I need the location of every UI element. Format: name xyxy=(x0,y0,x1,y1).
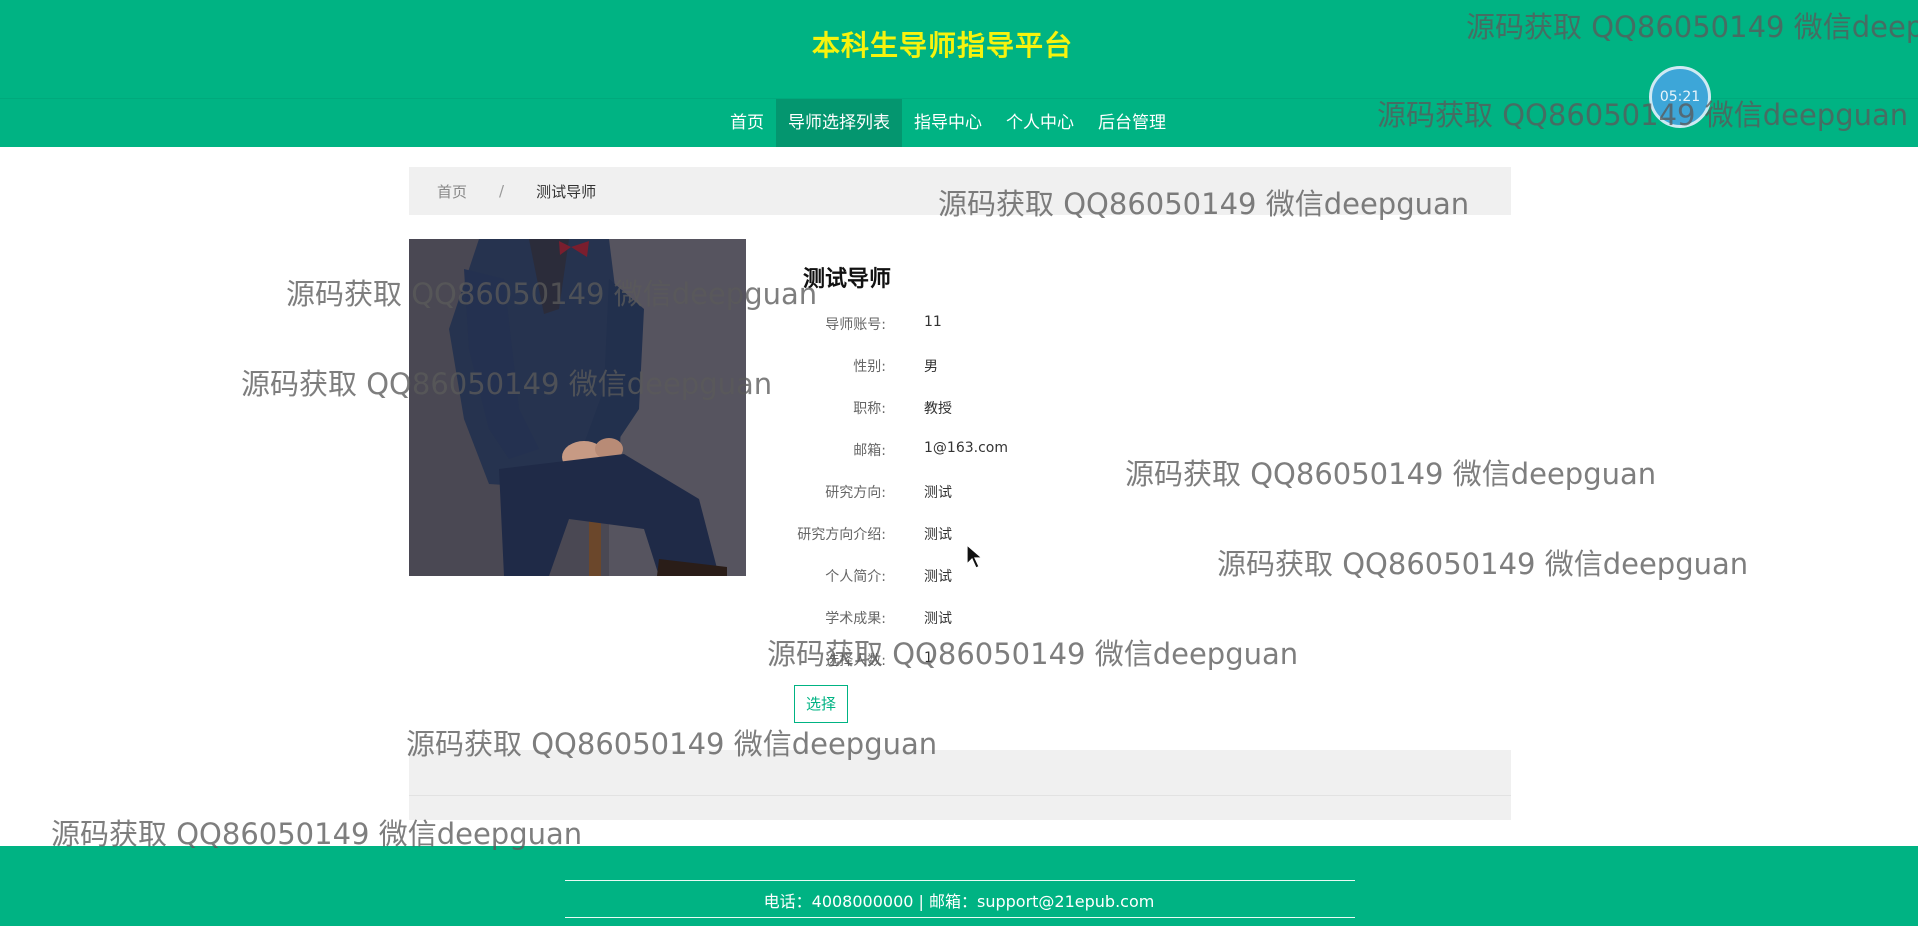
field-label: 个人简介: xyxy=(825,569,886,585)
nav-item-home[interactable]: 首页 xyxy=(718,99,776,147)
field-email: 邮箱: 1@163.com xyxy=(760,440,1360,464)
breadcrumb-separator: / xyxy=(499,182,505,200)
field-label: 职称: xyxy=(853,401,886,417)
field-label: 研究方向: xyxy=(825,485,886,501)
mouse-cursor-icon xyxy=(966,544,984,569)
field-value: 测试 xyxy=(924,611,952,627)
field-achievements: 学术成果: 测试 xyxy=(760,608,1360,632)
breadcrumb-current: 测试导师 xyxy=(536,182,597,201)
field-label: 学术成果: xyxy=(825,611,886,627)
footer-divider-bottom xyxy=(565,917,1355,918)
nav-item-advisor-list[interactable]: 导师选择列表 xyxy=(776,99,902,147)
select-button[interactable]: 选择 xyxy=(794,685,848,723)
field-label: 性别: xyxy=(853,359,886,375)
advisor-name-heading: 测试导师 xyxy=(803,267,892,292)
field-label: 邮箱: xyxy=(853,443,886,459)
field-label: 导师账号: xyxy=(825,317,886,333)
field-value: 1@163.com xyxy=(924,440,1008,456)
field-research-intro: 研究方向介绍: 测试 xyxy=(760,524,1360,548)
field-value: 测试 xyxy=(924,527,952,543)
field-value: 测试 xyxy=(924,569,952,585)
site-title: 本科生导师指导平台 xyxy=(811,29,1073,62)
timer-badge[interactable]: 05:21 xyxy=(1649,66,1711,128)
field-gender: 性别: 男 xyxy=(760,356,1360,380)
field-value: 男 xyxy=(924,359,938,375)
nav-item-personal-center[interactable]: 个人中心 xyxy=(994,99,1086,147)
field-label: 研究方向介绍: xyxy=(797,527,886,543)
field-value: 1 xyxy=(924,650,933,666)
field-title: 职称: 教授 xyxy=(760,398,1360,422)
header: 本科生导师指导平台 xyxy=(0,0,1918,98)
footer: 电话：4008000000 | 邮箱：support@21epub.com xyxy=(0,846,1918,926)
field-profile: 个人简介: 测试 xyxy=(760,566,1360,590)
field-selection-count: 选择人数: 1 xyxy=(760,650,1360,674)
page: 本科生导师指导平台 首页 导师选择列表 指导中心 个人中心 后台管理 05:21… xyxy=(0,0,1918,926)
footer-divider-top xyxy=(565,880,1355,881)
field-value: 测试 xyxy=(924,485,952,501)
breadcrumb: 首页 / 测试导师 xyxy=(409,167,1511,215)
field-label: 选择人数: xyxy=(825,653,886,669)
main-nav: 首页 导师选择列表 指导中心 个人中心 后台管理 xyxy=(0,98,1918,147)
breadcrumb-home[interactable]: 首页 xyxy=(437,181,467,202)
field-research-direction: 研究方向: 测试 xyxy=(760,482,1360,506)
field-value: 11 xyxy=(924,314,942,330)
nav-items: 首页 导师选择列表 指导中心 个人中心 后台管理 xyxy=(718,99,1178,147)
field-value: 教授 xyxy=(924,401,952,417)
content-placeholder-panel xyxy=(409,750,1511,820)
nav-item-admin[interactable]: 后台管理 xyxy=(1086,99,1178,147)
field-account: 导师账号: 11 xyxy=(760,314,1360,338)
footer-contact: 电话：4008000000 | 邮箱：support@21epub.com xyxy=(763,892,1155,911)
advisor-photo xyxy=(409,239,746,576)
nav-item-guidance-center[interactable]: 指导中心 xyxy=(902,99,994,147)
divider xyxy=(409,795,1511,796)
